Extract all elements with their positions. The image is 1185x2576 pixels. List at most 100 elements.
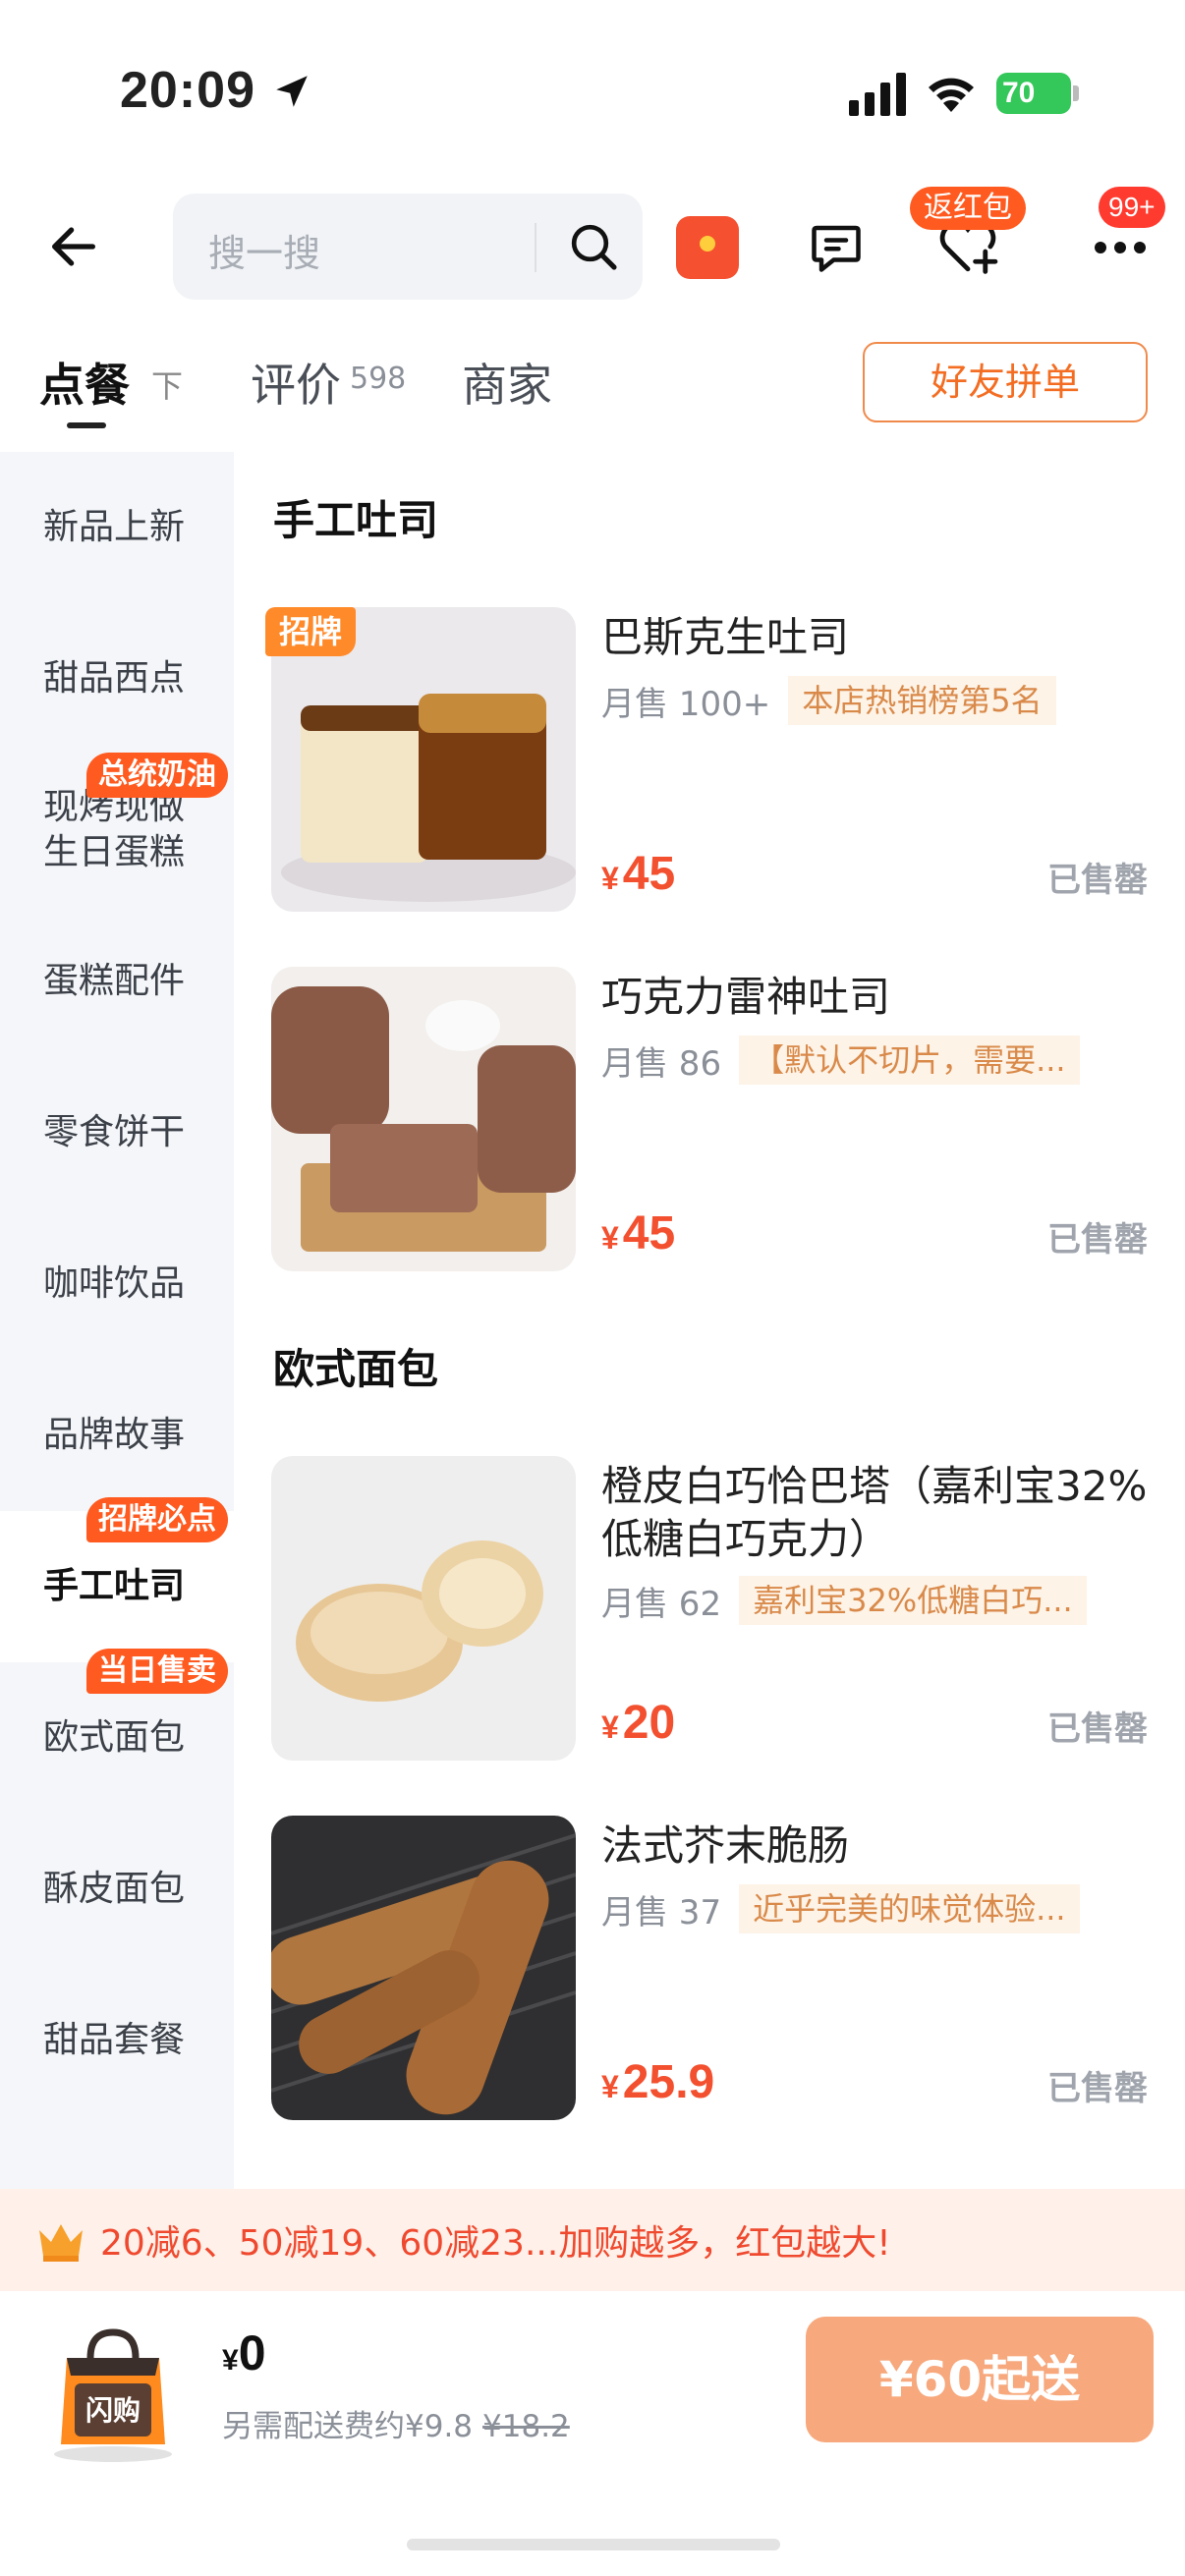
sidebar-item-label: 甜品西点 [43,658,186,699]
product-card[interactable]: 招牌 巴斯克生吐司 月售 100+ 本店热销榜第5名 ¥45 已售罄 [265,607,1156,912]
delivery-fee: 另需配送费约¥9.8 ¥18.2 [222,2401,570,2445]
search-placeholder: 搜一搜 [208,232,321,275]
sidebar-item-coffee[interactable]: 咖啡饮品 [0,1208,234,1360]
sidebar-item-label: 咖啡饮品 [43,1263,186,1304]
price-value: 20 [622,1697,676,1749]
sidebar-item-label: 甜品套餐 [43,2020,186,2060]
price-value: 45 [622,1207,676,1260]
promotion-banner[interactable]: 20减6、50减19、60减23...加购越多，红包越大! [0,2189,1185,2291]
location-arrow-icon [276,76,308,107]
search-icon[interactable] [566,219,621,274]
section-title: 手工吐司 [273,496,439,544]
review-count: 598 [350,362,407,396]
sidebar-item-brand-story[interactable]: 品牌故事 [0,1360,234,1511]
promotion-text: 20减6、50减19、60减23...加购越多，红包越大! [100,2223,891,2264]
monthly-sales: 月售 100+ [601,684,771,724]
currency-symbol: ¥ [601,1709,619,1745]
sidebar-item-label: 零食饼干 [43,1112,186,1152]
product-price: ¥45 [601,1206,675,1260]
sidebar-item-label: 品牌故事 [43,1415,186,1455]
product-card[interactable]: 橙皮白巧恰巴塔（嘉利宝32%低糖白巧克力） 月售 62 嘉利宝32%低糖白巧..… [271,1456,1156,1761]
sidebar-badge: 招牌必点 [86,1497,228,1542]
status-time: 20:09 [120,62,255,119]
sidebar-item-label: 现烤现做 生日蛋糕 [43,787,186,872]
sidebar-item-label: 蛋糕配件 [43,961,186,1001]
monthly-sales: 月售 37 [601,1892,722,1932]
product-price: ¥45 [601,847,675,901]
section-title: 欧式面包 [273,1345,439,1393]
product-tagline: 本店热销榜第5名 [788,676,1056,725]
product-meta: 月售 37 近乎完美的味觉体验... [601,1884,1080,1933]
currency-symbol: ¥ [222,2344,239,2377]
currency-symbol: ¥ [601,2069,619,2104]
search-divider [535,223,536,272]
cart-total: ¥0 [222,2324,266,2381]
chat-icon[interactable] [806,218,867,277]
product-image[interactable] [271,967,576,1271]
sidebar-item-cake-accessories[interactable]: 蛋糕配件 [0,906,234,1057]
sidebar-item-label: 手工吐司 [43,1566,186,1606]
battery-level: 70 [996,73,1071,114]
bag-label: 闪购 [85,2394,141,2427]
delivery-fee-original: ¥18.2 [482,2409,570,2444]
status-bar: 20:09 70 [0,0,1185,167]
product-tagline: 嘉利宝32%低糖白巧... [739,1576,1087,1625]
cart-bar: 闪购 ¥0 另需配送费约¥9.8 ¥18.2 ¥60起送 [0,2291,1185,2576]
price-value: 25.9 [622,2056,715,2108]
sidebar-item-label: 酥皮面包 [43,1869,186,1909]
search-bar[interactable]: 搜一搜 [173,194,643,300]
shopping-bag-icon[interactable]: 闪购 [39,2319,187,2466]
product-price: ¥20 [601,1696,675,1750]
group-order-button[interactable]: 好友拼单 [863,342,1148,422]
tab-review[interactable]: 评价 [251,350,341,415]
product-name: 巴斯克生吐司 [601,613,850,661]
currency-symbol: ¥ [601,1220,619,1256]
cellular-signal-icon [849,73,906,116]
active-tab-indicator [67,422,106,428]
product-name: 法式芥末脆肠 [601,1821,850,1870]
more-options-icon[interactable] [1093,240,1148,255]
category-sidebar: 新品上新 甜品西点 现烤现做 生日蛋糕 总统奶油 蛋糕配件 零食饼干 咖啡饮品 … [0,452,234,2191]
sidebar-item-puff-pastry[interactable]: 酥皮面包 [0,1814,234,1965]
sold-out-label: 已售罄 [1047,861,1148,900]
product-image[interactable] [271,1456,576,1761]
crown-icon [39,2224,83,2262]
tab-shop[interactable]: 商家 [462,350,552,415]
sold-out-label: 已售罄 [1047,1220,1148,1260]
product-tagline: 【默认不切片，需要... [739,1036,1080,1085]
sidebar-badge: 总统奶油 [86,753,228,798]
minimum-order-button[interactable]: ¥60起送 [806,2317,1154,2442]
sidebar-item-label: 新品上新 [43,507,186,547]
product-name: 巧克力雷神吐司 [601,973,891,1021]
product-price: ¥25.9 [601,2055,714,2109]
product-image[interactable] [271,1816,576,2120]
product-card[interactable]: 法式芥末脆肠 月售 37 近乎完美的味觉体验... ¥25.9 已售罄 [271,1816,1156,2120]
product-meta: 月售 62 嘉利宝32%低糖白巧... [601,1576,1087,1625]
delivery-fee-text: 另需配送费约¥9.8 [222,2409,474,2444]
home-indicator[interactable] [407,2539,780,2550]
favorite-badge: 返红包 [910,187,1026,230]
sidebar-item-desserts[interactable]: 甜品西点 [0,603,234,755]
cart-total-value: 0 [238,2325,266,2380]
sidebar-item-new[interactable]: 新品上新 [0,452,234,603]
sidebar-item-snacks[interactable]: 零食饼干 [0,1057,234,1208]
product-meta: 月售 86 【默认不切片，需要... [601,1036,1080,1085]
price-value: 45 [622,848,676,900]
back-arrow-icon[interactable] [45,218,102,275]
product-card[interactable]: 巧克力雷神吐司 月售 86 【默认不切片，需要... ¥45 已售罄 [271,967,1156,1271]
battery-tip [1073,85,1079,101]
product-name: 橙皮白巧恰巴塔（嘉利宝32%低糖白巧克力） [601,1462,1148,1563]
product-tagline: 近乎完美的味觉体验... [739,1884,1080,1933]
tab-order-sort-icon[interactable]: 下 [151,362,183,407]
sold-out-label: 已售罄 [1047,1709,1148,1749]
currency-symbol: ¥ [601,861,619,896]
sidebar-badge: 当日售卖 [86,1649,228,1694]
tab-order[interactable]: 点餐 [39,350,130,415]
monthly-sales: 月售 86 [601,1043,722,1084]
sold-out-label: 已售罄 [1047,2069,1148,2108]
product-meta: 月售 100+ 本店热销榜第5名 [601,676,1056,725]
battery-indicator: 70 [996,73,1079,114]
sidebar-item-dessert-set[interactable]: 甜品套餐 [0,1965,234,2116]
red-packet-icon[interactable] [676,216,739,279]
monthly-sales: 月售 62 [601,1584,722,1624]
